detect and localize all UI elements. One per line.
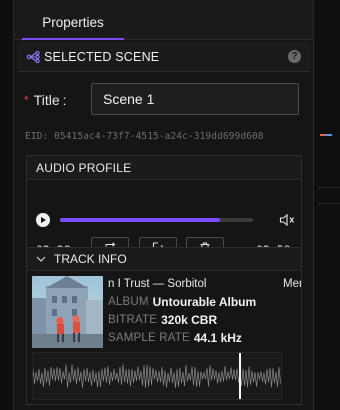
title-label: Title	[33, 91, 60, 108]
scene-graph-icon	[25, 49, 41, 65]
waveform[interactable]	[32, 352, 282, 400]
audio-profile-panel: AUDIO PROFILE 02:28 02:59	[26, 155, 302, 405]
help-icon[interactable]: ?	[288, 50, 301, 63]
selected-scene-header: SELECTED SCENE ?	[17, 42, 311, 72]
sample-rate-row: SAMPLE RATE 44.1 kHz	[108, 329, 301, 347]
bitrate-label: BITRATE	[108, 314, 158, 326]
required-marker: *	[24, 92, 29, 107]
waveform-graphic	[32, 364, 281, 388]
track-info-header[interactable]: TRACK INFO	[27, 247, 301, 271]
tab-properties-label: Properties	[42, 14, 104, 30]
section-title: SELECTED SCENE	[44, 49, 160, 64]
gutter-marker	[320, 134, 332, 136]
chevron-down-icon	[36, 254, 46, 265]
audio-player: 02:28 02:59	[27, 180, 301, 258]
entity-id-text: EID: 05415ac4-73f7-4515-a24c-319dd699d60…	[25, 131, 264, 142]
track-info-title: TRACK INFO	[54, 252, 127, 266]
waveform-trace	[32, 364, 281, 388]
properties-panel: Properties SELECTED SCENE ? * Title : EI…	[14, 0, 313, 410]
track-title-repeat: Mer	[283, 278, 301, 290]
bitrate-row: BITRATE 320k CBR	[108, 311, 301, 329]
album-row: ALBUM Untourable Album	[108, 293, 301, 311]
sample-rate-value: 44.1 kHz	[193, 331, 242, 345]
tab-bar: Properties	[14, 0, 313, 40]
audio-profile-header: AUDIO PROFILE	[27, 156, 301, 180]
playhead-cursor[interactable]	[239, 353, 241, 399]
gutter-line	[318, 187, 340, 188]
title-label-colon: :	[62, 91, 67, 108]
bitrate-value: 320k CBR	[161, 313, 218, 327]
album-value: Untourable Album	[152, 295, 257, 309]
sample-rate-label: SAMPLE RATE	[108, 332, 190, 344]
play-icon[interactable]	[36, 213, 50, 227]
title-field-row: * Title :	[24, 83, 304, 116]
title-input[interactable]	[91, 83, 299, 115]
active-tab-indicator	[22, 38, 124, 40]
track-title: n I Trust — Sorbitol	[108, 278, 207, 290]
volume-icon[interactable]	[279, 213, 295, 227]
progress-bar[interactable]	[60, 218, 253, 222]
right-gutter	[313, 0, 340, 410]
left-edge-strip	[0, 0, 14, 410]
progress-fill	[60, 218, 221, 222]
gutter-line	[318, 203, 340, 204]
track-metadata: n I Trust — Sorbitol Mer ALBUM Untourabl…	[108, 276, 301, 347]
track-title-marquee: n I Trust — Sorbitol Mer	[108, 276, 301, 293]
album-label: ALBUM	[108, 296, 149, 308]
album-art	[32, 276, 103, 348]
tab-properties[interactable]: Properties	[22, 4, 124, 40]
